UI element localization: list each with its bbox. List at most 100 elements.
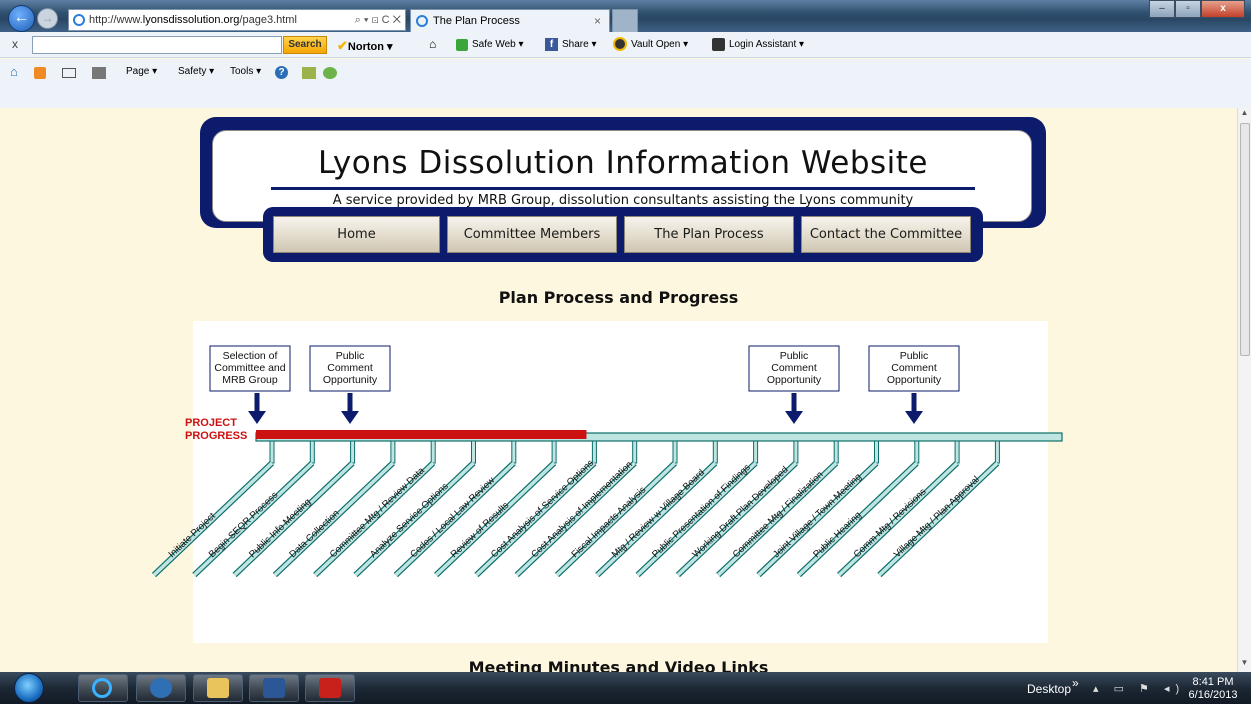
tab-the-plan-process[interactable]: The Plan Process × xyxy=(410,9,610,32)
address-bar[interactable]: http://www.lyonsdissolution.org/page3.ht… xyxy=(68,9,406,31)
share-menu[interactable]: Share ▾ xyxy=(562,39,596,50)
taskbar-file-explorer[interactable] xyxy=(193,674,243,702)
progress-label-progress: PROGRESS xyxy=(185,430,247,442)
step-connector xyxy=(471,440,476,464)
step-connector xyxy=(632,440,638,464)
scroll-up-icon[interactable]: ▲ xyxy=(1238,108,1251,122)
norton-toolbar: x Search ✔Norton ▾ ⌂ Safe Web ▾ f Share … xyxy=(0,32,1251,58)
page-viewport: Lyons Dissolution Information Website A … xyxy=(0,108,1237,672)
toolbar-close-icon[interactable]: x xyxy=(12,37,18,51)
internet-explorer-icon xyxy=(92,678,112,698)
scrollbar-thumb[interactable] xyxy=(1240,123,1250,356)
close-window-button[interactable]: x xyxy=(1201,0,1245,18)
address-url: http://www.lyonsdissolution.org/page3.ht… xyxy=(89,14,297,26)
mail-icon[interactable] xyxy=(62,68,76,78)
window-controls: – ▫ x xyxy=(1149,0,1245,18)
callout-text: Selection of xyxy=(223,350,278,362)
step-connector xyxy=(793,440,799,464)
callout-arrow-shaft xyxy=(911,393,917,413)
browser-title-bar: ← → http://www.lyonsdissolution.org/page… xyxy=(0,0,1251,32)
norton-check-icon: ✔ xyxy=(337,38,348,53)
scroll-down-icon[interactable]: ▼ xyxy=(1238,658,1251,672)
callout-text: Comment xyxy=(891,362,937,374)
start-button[interactable] xyxy=(14,673,44,703)
word-icon xyxy=(263,678,285,698)
callout-text: Opportunity xyxy=(767,374,822,386)
maximize-button[interactable]: ▫ xyxy=(1175,0,1201,18)
login-assistant-icon xyxy=(712,38,725,51)
system-tray-icons[interactable]: ▴ ▭ ⚑ ◂) xyxy=(1093,682,1185,695)
hp-icon xyxy=(150,678,172,698)
feeds-icon[interactable] xyxy=(34,67,46,79)
windows-taskbar: Desktop » ▴ ▭ ⚑ ◂) 8:41 PM 6/16/2013 xyxy=(0,672,1251,704)
taskbar-hp[interactable] xyxy=(136,674,186,702)
ie-page-icon xyxy=(73,14,85,26)
toolbar-search-input[interactable] xyxy=(32,36,282,54)
address-bar-tools[interactable]: ⌕ ▾ ⊡ C ✕ xyxy=(355,10,401,30)
safe-web-icon xyxy=(456,39,468,51)
tools-menu[interactable]: Tools ▾ xyxy=(230,66,261,77)
new-tab-button[interactable] xyxy=(612,9,638,32)
research-icon[interactable] xyxy=(302,67,316,79)
vertical-scrollbar[interactable]: ▲ ▼ xyxy=(1237,108,1251,672)
plan-process-diagram: PROJECT PROGRESS Initiate Project Begin SEQ… xyxy=(0,108,1237,672)
step-connector xyxy=(712,440,718,464)
minimize-button[interactable]: – xyxy=(1149,0,1175,18)
norton-menu[interactable]: ✔Norton ▾ xyxy=(337,38,393,54)
callout-text: MRB Group xyxy=(222,374,278,386)
callout-text: Public xyxy=(900,350,929,362)
pdf-icon xyxy=(319,678,341,698)
step-connector xyxy=(954,440,960,464)
safe-web-menu[interactable]: Safe Web ▾ xyxy=(472,39,524,50)
callout-text: Opportunity xyxy=(323,374,378,386)
vault-menu[interactable]: Vault Open ▾ xyxy=(631,39,688,50)
callout-text: Comment xyxy=(327,362,373,374)
help-icon[interactable]: ? xyxy=(275,66,288,79)
toolbar-search-button[interactable]: Search xyxy=(283,36,327,54)
forward-arrow-icon: → xyxy=(41,11,54,25)
login-assistant-menu[interactable]: Login Assistant ▾ xyxy=(729,39,804,50)
taskbar-word[interactable] xyxy=(249,674,299,702)
callout-text: Public xyxy=(336,350,365,362)
page-menu[interactable]: Page ▾ xyxy=(126,66,157,77)
command-bar: ⌂ Page ▾ Safety ▾ Tools ▾ ? xyxy=(0,59,1251,115)
folder-icon xyxy=(207,678,229,698)
callout-arrow-shaft xyxy=(791,393,797,413)
callout-text: Committee and xyxy=(214,362,285,374)
safety-menu[interactable]: Safety ▾ xyxy=(178,66,214,77)
callout-text: Comment xyxy=(771,362,817,374)
clock-time[interactable]: 8:41 PM xyxy=(1187,676,1239,688)
taskbar-acrobat[interactable] xyxy=(305,674,355,702)
facebook-icon: f xyxy=(545,38,558,51)
step-connector xyxy=(390,440,396,464)
callout-text: Public xyxy=(780,350,809,362)
progress-bar xyxy=(256,430,587,439)
taskbar-internet-explorer[interactable] xyxy=(78,674,128,702)
messenger-icon[interactable] xyxy=(323,67,337,79)
step-connector xyxy=(309,440,315,464)
forward-button[interactable]: → xyxy=(37,8,58,29)
step-connector xyxy=(430,440,436,464)
step-connector xyxy=(551,440,557,464)
step-connector xyxy=(672,440,678,464)
step-connector xyxy=(833,440,839,464)
toolbar-chevron-icon[interactable]: » xyxy=(1072,676,1079,690)
tab-title: The Plan Process xyxy=(433,15,520,27)
clock-date[interactable]: 6/16/2013 xyxy=(1184,689,1242,701)
back-button[interactable]: ← xyxy=(8,5,35,32)
print-icon[interactable] xyxy=(92,67,106,79)
home-icon[interactable]: ⌂ xyxy=(429,37,436,51)
step-connector xyxy=(269,440,275,464)
back-arrow-icon: ← xyxy=(13,9,30,26)
step-connector xyxy=(350,440,356,464)
tab-close-button[interactable]: × xyxy=(594,10,601,32)
step-connector xyxy=(994,440,1000,464)
vault-icon xyxy=(613,37,627,51)
home-page-icon[interactable]: ⌂ xyxy=(10,64,18,79)
callout-arrow-shaft xyxy=(347,393,353,413)
progress-label-project: PROJECT xyxy=(185,417,237,429)
step-connector xyxy=(591,440,597,464)
desktop-toolbar-label[interactable]: Desktop xyxy=(1027,682,1071,696)
next-section-title: Meeting Minutes and Video Links xyxy=(468,658,769,672)
ie-tab-icon xyxy=(416,15,428,27)
